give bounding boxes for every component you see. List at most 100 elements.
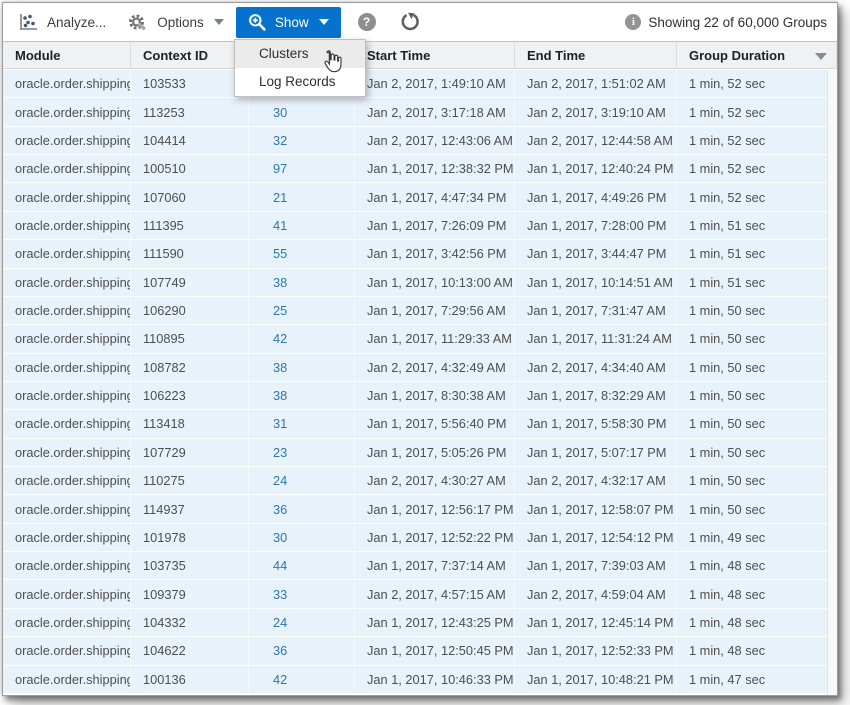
count-link[interactable]: 24 xyxy=(249,609,355,636)
help-button[interactable]: ? xyxy=(358,13,376,31)
end-time-cell: Jan 1, 2017, 11:31:24 AM xyxy=(515,325,677,352)
end-time-cell: Jan 2, 2017, 4:59:04 AM xyxy=(515,580,677,607)
log-analytics-window: Analyze... Options xyxy=(2,2,838,696)
table-row[interactable]: oracle.order.shipping11139541Jan 1, 2017… xyxy=(3,212,837,240)
count-link[interactable]: 23 xyxy=(249,439,355,466)
duration-cell: 1 min, 52 sec xyxy=(677,155,837,182)
table-row[interactable]: oracle.order.shipping11159055Jan 1, 2017… xyxy=(3,240,837,268)
end-time-cell: Jan 1, 2017, 12:40:24 PM xyxy=(515,155,677,182)
count-link[interactable]: 31 xyxy=(249,410,355,437)
duration-cell: 1 min, 50 sec xyxy=(677,467,837,494)
table-row[interactable]: oracle.order.shipping10774938Jan 1, 2017… xyxy=(3,269,837,297)
table-row[interactable]: oracle.order.shipping10622338Jan 1, 2017… xyxy=(3,382,837,410)
refresh-button[interactable] xyxy=(400,12,420,32)
table-row[interactable]: oracle.order.shipping10629025Jan 1, 2017… xyxy=(3,297,837,325)
context-id-cell: 111590 xyxy=(131,240,249,267)
table-row[interactable]: oracle.order.shipping11027524Jan 2, 2017… xyxy=(3,467,837,495)
count-link[interactable]: 36 xyxy=(249,637,355,664)
count-link[interactable]: 38 xyxy=(249,382,355,409)
module-cell: oracle.order.shipping xyxy=(3,70,131,97)
options-label: Options xyxy=(157,15,204,30)
vertical-scrollbar[interactable] xyxy=(827,70,837,695)
end-time-cell: Jan 2, 2017, 12:44:58 AM xyxy=(515,127,677,154)
count-link[interactable]: 33 xyxy=(249,580,355,607)
table-row[interactable]: oracle.order.shipping10197830Jan 1, 2017… xyxy=(3,524,837,552)
show-button[interactable]: Show xyxy=(236,7,341,38)
context-id-cell: 108782 xyxy=(131,354,249,381)
count-link[interactable]: 42 xyxy=(249,666,355,693)
start-time-cell: Jan 2, 2017, 4:30:27 AM xyxy=(355,467,515,494)
count-link[interactable]: 25 xyxy=(249,297,355,324)
table-row[interactable]: oracle.order.shipping10433224Jan 1, 2017… xyxy=(3,609,837,637)
info-icon: i xyxy=(625,14,641,30)
column-header-start-time[interactable]: Start Time xyxy=(355,42,515,68)
table-row[interactable]: oracle.order.shipping10373544Jan 1, 2017… xyxy=(3,552,837,580)
table-body: oracle.order.shipping103533Jan 2, 2017, … xyxy=(3,70,837,695)
duration-cell: 1 min, 48 sec xyxy=(677,552,837,579)
start-time-cell: Jan 2, 2017, 1:49:10 AM xyxy=(355,70,515,97)
menu-item-clusters[interactable]: Clusters xyxy=(235,40,365,68)
start-time-cell: Jan 1, 2017, 8:30:38 AM xyxy=(355,382,515,409)
table-row[interactable]: oracle.order.shipping10013642Jan 1, 2017… xyxy=(3,666,837,694)
table-row[interactable]: oracle.order.shipping10878238Jan 2, 2017… xyxy=(3,354,837,382)
module-cell: oracle.order.shipping xyxy=(3,127,131,154)
table-row[interactable]: oracle.order.shipping11325330Jan 2, 2017… xyxy=(3,98,837,126)
context-id-cell: 103735 xyxy=(131,552,249,579)
count-link[interactable]: 30 xyxy=(249,524,355,551)
table-row[interactable]: oracle.order.shipping10772923 Jan 1, 2017… xyxy=(3,439,837,467)
duration-cell: 1 min, 50 sec xyxy=(677,495,837,522)
end-time-cell: Jan 2, 2017, 1:51:02 AM xyxy=(515,70,677,97)
end-time-cell: Jan 1, 2017, 7:28:00 PM xyxy=(515,212,677,239)
count-link[interactable]: 21 xyxy=(249,183,355,210)
count-link[interactable]: 97 xyxy=(249,155,355,182)
end-time-cell: Jan 1, 2017, 8:32:29 AM xyxy=(515,382,677,409)
table-row[interactable]: oracle.order.shipping10462236Jan 1, 2017… xyxy=(3,637,837,665)
end-time-cell: Jan 1, 2017, 10:48:21 PM xyxy=(515,666,677,693)
start-time-cell: Jan 1, 2017, 12:52:22 PM xyxy=(355,524,515,551)
chevron-down-icon xyxy=(214,19,224,25)
column-header-context-id[interactable]: Context ID xyxy=(131,42,249,68)
end-time-cell: Jan 2, 2017, 4:34:40 AM xyxy=(515,354,677,381)
table-row[interactable]: oracle.order.shipping10937933Jan 2, 2017… xyxy=(3,580,837,608)
end-time-cell: Jan 1, 2017, 5:07:17 PM xyxy=(515,439,677,466)
sort-descending-icon[interactable] xyxy=(815,53,827,60)
count-link[interactable]: 42 xyxy=(249,325,355,352)
count-link[interactable]: 24 xyxy=(249,467,355,494)
count-link[interactable]: 32 xyxy=(249,127,355,154)
count-link[interactable]: 38 xyxy=(249,269,355,296)
table-row[interactable]: oracle.order.shipping11341831Jan 1, 2017… xyxy=(3,410,837,438)
module-cell: oracle.order.shipping xyxy=(3,637,131,664)
count-link[interactable]: 30 xyxy=(249,98,355,125)
context-id-cell: 113253 xyxy=(131,98,249,125)
table-row[interactable]: oracle.order.shipping10706021Jan 1, 2017… xyxy=(3,183,837,211)
column-header-end-time[interactable]: End Time xyxy=(515,42,677,68)
end-time-cell: Jan 1, 2017, 12:54:12 PM xyxy=(515,524,677,551)
count-link[interactable]: 55 xyxy=(249,240,355,267)
menu-item-log-records[interactable]: Log Records xyxy=(235,68,365,96)
table-row[interactable]: oracle.order.shipping103533Jan 2, 2017, … xyxy=(3,70,837,98)
duration-cell: 1 min, 48 sec xyxy=(677,609,837,636)
end-time-cell: Jan 1, 2017, 12:58:07 PM xyxy=(515,495,677,522)
status-area: i Showing 22 of 60,000 Groups xyxy=(625,14,829,30)
options-button[interactable]: Options xyxy=(127,12,224,32)
duration-cell: 1 min, 51 sec xyxy=(677,240,837,267)
module-cell: oracle.order.shipping xyxy=(3,439,131,466)
duration-cell: 1 min, 50 sec xyxy=(677,410,837,437)
column-header-module[interactable]: Module xyxy=(3,42,131,68)
table-row[interactable]: oracle.order.shipping10441432Jan 2, 2017… xyxy=(3,127,837,155)
module-cell: oracle.order.shipping xyxy=(3,467,131,494)
start-time-cell: Jan 1, 2017, 12:56:17 PM xyxy=(355,495,515,522)
context-id-cell: 107729 xyxy=(131,439,249,466)
context-id-cell: 109379 xyxy=(131,580,249,607)
table-row[interactable]: oracle.order.shipping10051097Jan 1, 2017… xyxy=(3,155,837,183)
module-cell: oracle.order.shipping xyxy=(3,495,131,522)
count-link[interactable]: 44 xyxy=(249,552,355,579)
column-header-group-duration[interactable]: Group Duration xyxy=(677,42,837,68)
count-link[interactable]: 38 xyxy=(249,354,355,381)
table-row[interactable]: oracle.order.shipping11493736Jan 1, 2017… xyxy=(3,495,837,523)
table-row[interactable]: oracle.order.shipping11089542Jan 1, 2017… xyxy=(3,325,837,353)
count-link[interactable]: 36 xyxy=(249,495,355,522)
count-link[interactable]: 41 xyxy=(249,212,355,239)
analyze-button[interactable]: Analyze... xyxy=(17,12,106,32)
toolbar: Analyze... Options xyxy=(3,3,837,41)
